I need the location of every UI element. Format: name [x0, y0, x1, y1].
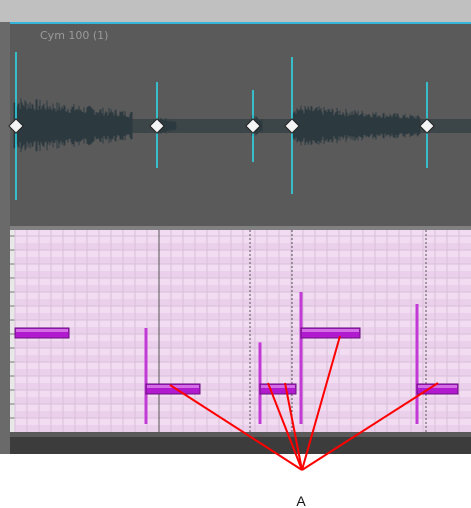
audio-clip[interactable]: Cym 100 (1) — [8, 22, 471, 226]
top-strip — [0, 0, 471, 22]
timeline-bar-highlight — [10, 432, 471, 437]
clip-title: Cym 100 (1) — [40, 29, 108, 42]
keyboard-strip — [10, 230, 15, 432]
editor-canvas: Cym 100 (1) A — [0, 0, 471, 508]
keyboard-key — [10, 230, 15, 432]
midi-note-highlight — [418, 385, 457, 388]
midi-note-highlight — [16, 329, 68, 332]
midi-note-highlight — [302, 329, 359, 332]
midi-note-highlight — [261, 385, 295, 388]
callout-label: A — [296, 493, 306, 508]
piano-roll[interactable] — [10, 230, 471, 454]
track-separator — [10, 226, 471, 230]
editor-window: Cym 100 (1) A — [0, 0, 471, 508]
